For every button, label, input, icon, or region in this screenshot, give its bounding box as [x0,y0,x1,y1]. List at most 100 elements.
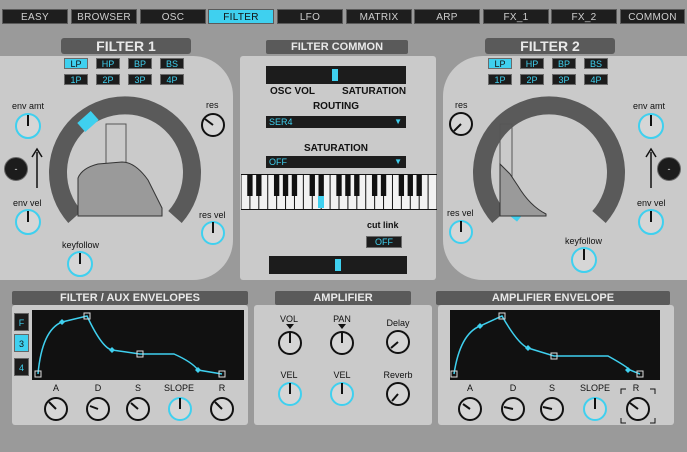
amp-env-slope-knob[interactable] [581,395,609,423]
amp-delay-knob[interactable] [384,328,412,356]
tab-arp[interactable]: ARP [414,9,480,24]
black-key[interactable] [291,175,298,196]
tab-lfo[interactable]: LFO [277,9,343,24]
black-key[interactable] [318,175,324,196]
filter1-slope-2p[interactable]: 2P [96,74,120,85]
filter1-env-vel-knob[interactable] [14,208,42,236]
filter1-slope-1p[interactable]: 1P [64,74,88,85]
tab-common[interactable]: COMMON [620,9,685,24]
amp-vel2-label: VEL [333,370,351,380]
env-select-f[interactable]: F [14,313,29,331]
filter1-res-knob[interactable] [200,112,226,138]
keyboard[interactable] [241,174,437,210]
filter2-type-hp[interactable]: HP [520,58,544,69]
tab-matrix[interactable]: MATRIX [346,9,412,24]
black-key[interactable] [380,175,387,196]
tab-filter[interactable]: FILTER [208,9,274,24]
amp-env-display[interactable] [450,310,660,380]
filter2-side-button[interactable]: - [657,157,681,181]
filter2-res-knob[interactable] [448,111,474,137]
filter-common-bottom-slider[interactable] [269,256,407,274]
black-key[interactable] [336,175,342,196]
tab-fx2[interactable]: FX_2 [551,9,617,24]
black-key[interactable] [256,175,262,196]
env-select-4[interactable]: 4 [14,358,29,376]
filter-env-d-knob[interactable] [84,395,112,423]
amp-pan-knob[interactable] [328,323,356,357]
filter2-slope-1p[interactable]: 1P [488,74,512,85]
amp-vol-knob[interactable] [276,323,304,357]
filter-env-slope-knob[interactable] [166,395,194,423]
black-key[interactable] [398,175,405,196]
amp-vel1-knob[interactable] [276,380,304,408]
filter-env-r-knob[interactable] [208,395,236,423]
amp-env-d-label: D [509,383,517,393]
filter2-env-vel-knob[interactable] [637,208,665,236]
amp-vel1-label: VEL [280,370,298,380]
amp-env-d-knob[interactable] [499,395,527,423]
black-key[interactable] [345,175,351,196]
black-key[interactable] [416,175,422,196]
env-select-3[interactable]: 3 [14,334,29,352]
amp-env-curve[interactable] [450,310,660,380]
saturation-dropdown[interactable]: OFF ▼ [266,156,406,168]
filter2-env-amt-label: env amt [633,101,666,111]
black-key[interactable] [247,175,253,196]
black-key[interactable] [407,175,413,196]
filter-common-bottom-thumb[interactable] [335,259,341,271]
filter2-type-lp[interactable]: LP [488,58,512,69]
filter-env-a-knob[interactable] [42,395,70,423]
black-key[interactable] [371,175,378,196]
black-key[interactable] [309,175,315,196]
filter1-type-lp[interactable]: LP [64,58,88,69]
filter2-env-amt-knob[interactable] [637,112,665,140]
filter1-type-bs[interactable]: BS [160,58,184,69]
filter2-slope-2p[interactable]: 2P [520,74,544,85]
filter-env-slope-label: SLOPE [164,383,195,393]
black-key[interactable] [282,175,289,196]
amp-delay-label: Delay [386,318,410,328]
amp-env-s-knob[interactable] [538,395,566,423]
tab-easy[interactable]: EASY [2,9,68,24]
filter2-title: FILTER 2 [485,38,615,54]
filter2-res-vel-knob[interactable] [448,219,474,245]
filter1-slope-3p[interactable]: 3P [128,74,152,85]
filter2-res-label: res [455,100,468,110]
filter-common-title: FILTER COMMON [266,40,408,54]
filter-env-s-knob[interactable] [124,395,152,423]
tab-fx1[interactable]: FX_1 [483,9,549,24]
filter1-cutoff-ring[interactable] [49,90,201,240]
black-key[interactable] [273,175,280,196]
black-key[interactable] [354,175,360,196]
amp-env-r-knob[interactable] [620,388,656,424]
filter1-type-hp[interactable]: HP [96,58,120,69]
filter2-type-bs[interactable]: BS [584,58,608,69]
filter1-env-vel-label: env vel [13,198,42,208]
filter1-arrow-icon [31,147,43,188]
filter1-slope-4p[interactable]: 4P [160,74,184,85]
filter2-type-bp[interactable]: BP [552,58,576,69]
osc-vol-saturation-slider[interactable] [266,66,406,84]
filter-env-curve[interactable] [32,310,244,380]
amp-reverb-knob[interactable] [384,380,412,408]
filter1-res-vel-knob[interactable] [200,220,226,246]
osc-vol-saturation-thumb[interactable] [332,69,338,81]
filter2-slope-3p[interactable]: 3P [552,74,576,85]
filter-env-display[interactable] [32,310,244,380]
filter1-type-bp[interactable]: BP [128,58,152,69]
tab-osc[interactable]: OSC [140,9,206,24]
amp-env-a-knob[interactable] [456,395,484,423]
chevron-down-icon: ▼ [394,157,402,166]
filter1-side-button[interactable]: - [4,157,28,181]
filter2-slope-4p[interactable]: 4P [584,74,608,85]
filter1-env-amt-knob[interactable] [14,112,42,140]
filter1-keyfollow-knob[interactable] [66,250,94,278]
cut-link-toggle[interactable]: OFF [366,236,402,248]
amp-vel2-knob[interactable] [328,380,356,408]
routing-dropdown[interactable]: SER4 ▼ [266,116,406,128]
tab-browser[interactable]: BROWSER [71,9,137,24]
filter2-cutoff-ring[interactable] [473,90,625,240]
filter1-title: FILTER 1 [61,38,191,54]
white-key[interactable] [428,175,437,209]
filter2-keyfollow-knob[interactable] [570,246,598,274]
